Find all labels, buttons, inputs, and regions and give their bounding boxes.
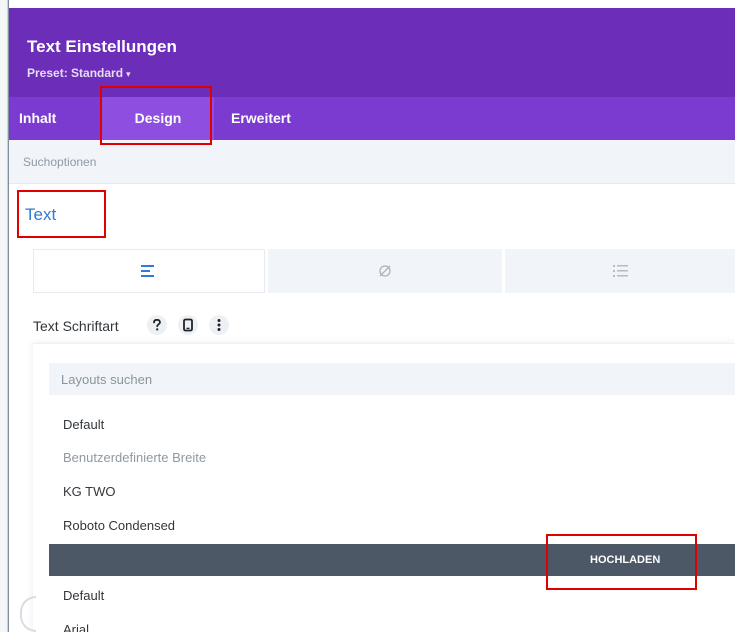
responsive-button[interactable]	[178, 315, 198, 335]
more-options-icon	[217, 319, 221, 331]
font-dropdown: Default Benutzerdefinierte Breite KG TWO…	[33, 343, 735, 632]
upload-font-button[interactable]: HOCHLADEN	[49, 544, 735, 576]
text-list-tab[interactable]	[505, 249, 735, 293]
upload-button-label: HOCHLADEN	[590, 554, 661, 566]
preset-selector[interactable]: Preset: Standard ▾	[27, 66, 131, 80]
font-option-roboto-condensed[interactable]: Roboto Condensed	[63, 518, 175, 533]
font-group-label: Benutzerdefinierte Breite	[63, 450, 207, 465]
text-style-none-tab[interactable]	[268, 249, 502, 293]
options-search-bar[interactable]: Suchoptionen	[9, 140, 735, 184]
font-option-arial[interactable]: Arial	[63, 622, 89, 632]
align-left-icon	[141, 265, 154, 277]
caret-down-icon: ▾	[126, 69, 131, 79]
panel-header: Text Einstellungen Preset: Standard ▾	[9, 8, 735, 97]
font-option-kg-two[interactable]: KG TWO	[63, 484, 115, 499]
tab-erweitert[interactable]: Erweitert	[231, 97, 291, 140]
font-option-default-2[interactable]: Default	[63, 588, 104, 603]
settings-panel: Text Einstellungen Preset: Standard ▾ Inh…	[8, 0, 735, 632]
font-field-label: Text Schriftart	[33, 318, 119, 334]
help-button[interactable]	[147, 315, 167, 335]
font-option-default[interactable]: Default	[63, 417, 104, 432]
no-style-icon	[379, 265, 391, 277]
mobile-icon	[183, 318, 193, 332]
help-icon	[153, 319, 161, 331]
text-align-tab[interactable]	[33, 249, 265, 293]
section-title-text[interactable]: Text	[25, 205, 56, 225]
more-options-button[interactable]	[209, 315, 229, 335]
left-edge-strip	[0, 0, 8, 632]
tab-inhalt[interactable]: Inhalt	[19, 97, 56, 140]
tab-design[interactable]: Design	[102, 97, 214, 140]
tab-bar: Inhalt Design Erweitert	[9, 97, 735, 140]
preset-label: Preset: Standard	[27, 66, 124, 80]
list-icon	[612, 265, 628, 277]
panel-title: Text Einstellungen	[27, 37, 177, 56]
layouts-search-input[interactable]	[49, 363, 735, 395]
screenshot-frame: Text Einstellungen Preset: Standard ▾ Inh…	[0, 0, 735, 632]
options-search-placeholder: Suchoptionen	[23, 155, 97, 169]
